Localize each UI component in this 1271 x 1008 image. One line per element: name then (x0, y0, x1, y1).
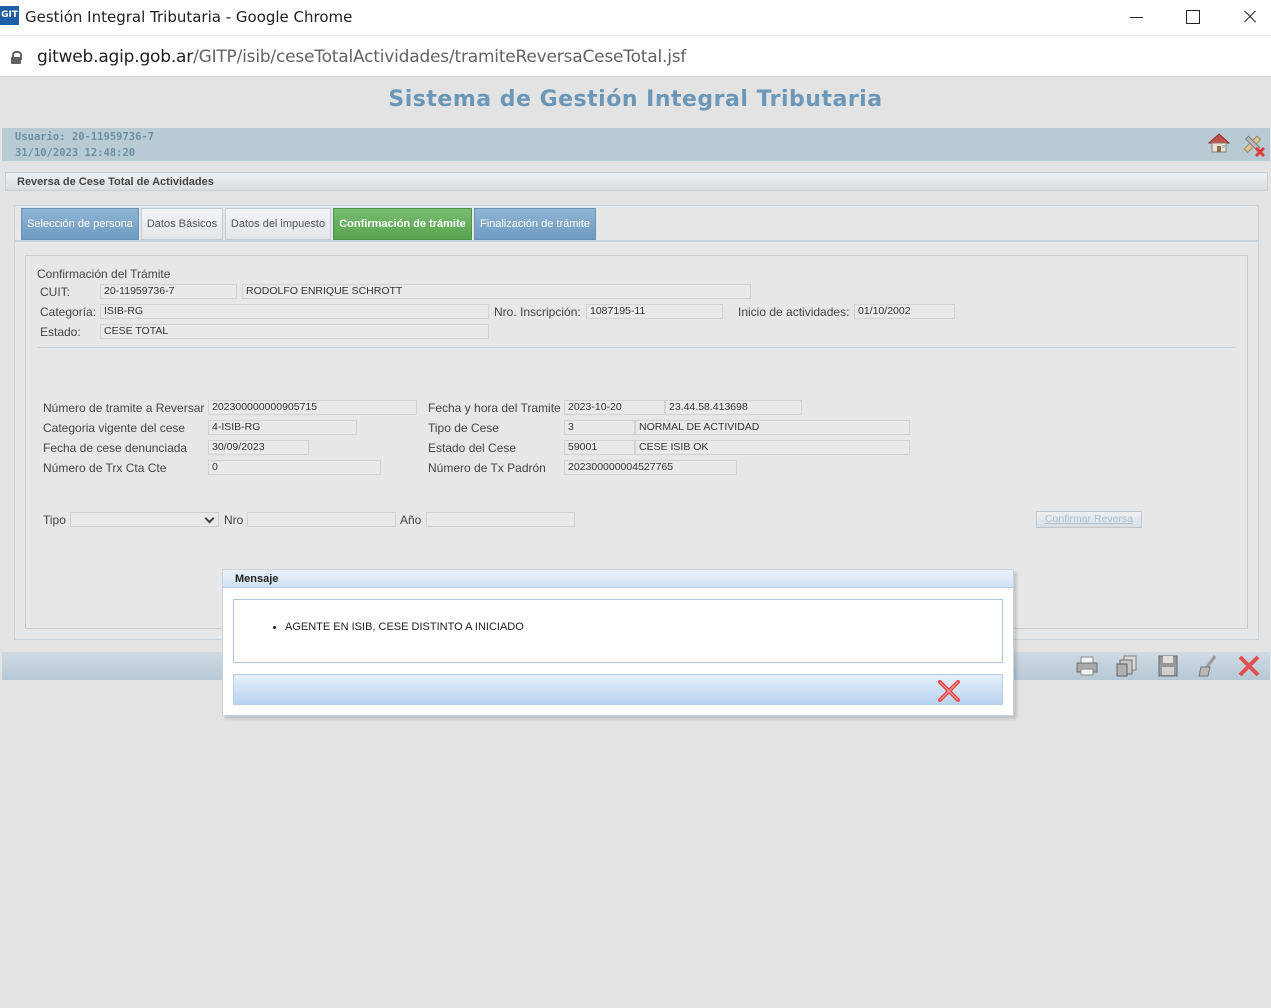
categoria-field: ISIB-RG (100, 304, 489, 319)
url-text[interactable]: gitweb.agip.gob.ar/GITP/isib/ceseTotalAc… (37, 47, 686, 67)
separator (37, 347, 1236, 348)
section-header: Reversa de Cese Total de Actividades (5, 172, 1268, 191)
numero-trx-label: Número de Trx Cta Cte (43, 461, 167, 475)
user-bar: Usuario: 20-11959736-7 31/10/2023 12:48:… (2, 128, 1270, 161)
estado-cese-label: Estado del Cese (428, 441, 517, 455)
tab-confirmacion-tramite[interactable]: Confirmación de trámite (333, 208, 472, 240)
categoria-label: Categoría: (40, 305, 97, 319)
cuit-label: CUIT: (40, 285, 70, 299)
message-text: AGENTE EN ISIB, CESE DISTINTO A INICIADO (285, 621, 524, 633)
cuit-field: 20-11959736-7 (100, 284, 237, 299)
numero-trx-field: 0 (208, 460, 381, 475)
section-title: Reversa de Cese Total de Actividades (17, 176, 214, 188)
close-icon[interactable] (1236, 654, 1262, 678)
system-title: Sistema de Gestión Integral Tributaria (388, 87, 883, 112)
estado-cese-code-field: 59001 (564, 440, 635, 455)
window-title: Gestión Integral Tributaria - Google Chr… (25, 8, 353, 26)
tab-divider (15, 240, 1258, 242)
print-icon[interactable] (1074, 654, 1100, 678)
session-datetime: 31/10/2023 12:48:20 (15, 147, 136, 159)
categoria-vigente-field: 4-ISIB-RG (208, 420, 357, 435)
estado-field: CESE TOTAL (100, 324, 489, 339)
fecha-hora-label: Fecha y hora del Tramite (428, 401, 561, 415)
dialog-footer (233, 674, 1003, 705)
home-icon[interactable] (1207, 132, 1231, 154)
name-field: RODOLFO ENRIQUE SCHROTT (242, 284, 751, 299)
tab-datos-impuesto[interactable]: Datos del impuesto (225, 208, 331, 240)
tab-finalizacion-tramite[interactable]: Finalización de trámite (474, 208, 596, 240)
copy-icon[interactable] (1114, 654, 1140, 678)
tab-datos-basicos[interactable]: Datos Básicos (141, 208, 223, 240)
tipo-select[interactable] (70, 512, 219, 527)
message-dialog: Mensaje AGENTE EN ISIB, CESE DISTINTO A … (222, 569, 1014, 716)
nro-label: Nro (224, 513, 244, 527)
hora-field: 23.44.58.413698 (665, 400, 802, 415)
close-window-button[interactable] (1220, 0, 1271, 35)
estado-label: Estado: (40, 325, 81, 339)
confirmar-reversa-button[interactable]: Confirmar Reversa (1036, 511, 1142, 528)
clean-icon[interactable] (1195, 654, 1221, 678)
nro-inscripcion-field: 1087195-11 (586, 304, 723, 319)
url-path: /GITP/isib/ceseTotalActividades/tramiteR… (193, 47, 687, 67)
inicio-field: 01/10/2002 (854, 304, 955, 319)
numero-tx-padron-label: Número de Tx Padrón (428, 461, 546, 475)
confirm-heading: Confirmación del Trámite (37, 267, 171, 281)
estado-cese-field: CESE ISIB OK (635, 440, 910, 455)
tab-seleccion-persona[interactable]: Selección de persona (21, 208, 139, 240)
inicio-label: Inicio de actividades: (738, 305, 850, 319)
dialog-title: Mensaje (235, 573, 279, 585)
numero-tx-padron-field: 202300000004527765 (564, 460, 737, 475)
address-bar[interactable]: gitweb.agip.gob.ar/GITP/isib/ceseTotalAc… (0, 35, 1271, 77)
tipo-cese-label: Tipo de Cese (428, 421, 499, 435)
page: Sistema de Gestión Integral Tributaria U… (0, 77, 1271, 1008)
numero-tramite-label: Número de tramite a Reversar (43, 401, 205, 415)
fecha-field: 2023-10-20 (564, 400, 665, 415)
close-dialog-icon[interactable] (936, 678, 962, 704)
numero-tramite-field: 202300000000905715 (208, 400, 417, 415)
tools-icon[interactable] (1240, 132, 1266, 158)
bullet-icon (273, 626, 276, 629)
save-icon[interactable] (1155, 654, 1181, 678)
fecha-cese-field: 30/09/2023 (208, 440, 309, 455)
app-icon: GIT (0, 6, 19, 25)
nro-inscripcion-label: Nro. Inscripción: (494, 305, 581, 319)
tipo-label: Tipo (43, 513, 66, 527)
maximize-button[interactable] (1164, 0, 1220, 35)
tipo-cese-field: NORMAL DE ACTIVIDAD (635, 420, 910, 435)
chevron-down-icon (204, 513, 215, 524)
tipo-cese-code-field: 3 (564, 420, 635, 435)
message-box: AGENTE EN ISIB, CESE DISTINTO A INICIADO (233, 599, 1003, 663)
nro-input[interactable] (247, 512, 396, 527)
url-host: gitweb.agip.gob.ar (37, 47, 194, 67)
window-titlebar: GIT Gestión Integral Tributaria - Google… (0, 0, 1271, 35)
dialog-header: Mensaje (223, 570, 1013, 588)
minimize-button[interactable] (1108, 0, 1164, 35)
user-id: Usuario: 20-11959736-7 (15, 131, 155, 143)
lock-icon[interactable] (11, 51, 22, 64)
fecha-cese-label: Fecha de cese denunciada (43, 441, 188, 455)
categoria-vigente-label: Categoria vigente del cese (43, 421, 186, 435)
anio-label: Año (400, 513, 422, 527)
anio-input[interactable] (426, 512, 575, 527)
